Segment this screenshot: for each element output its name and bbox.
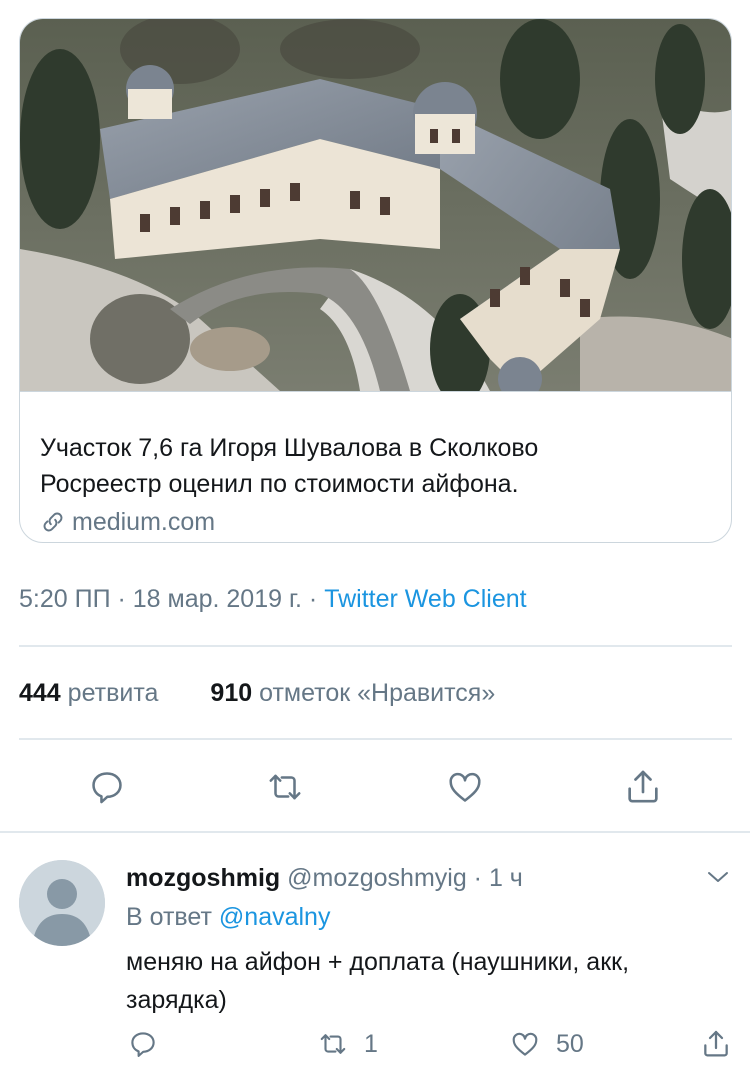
reply-share-button[interactable]	[700, 1026, 732, 1062]
tweet-action-bar	[0, 766, 750, 808]
reply-display-name[interactable]: mozgoshmig	[126, 864, 280, 892]
reply-retweet-button[interactable]: 1	[316, 1026, 378, 1062]
share-icon	[704, 1030, 728, 1057]
link-preview-title-line: Участок 7,6 га Игоря Шувалова в Сколково	[40, 434, 539, 462]
link-preview-title: Участок 7,6 га Игоря Шувалова в Сколково…	[40, 430, 720, 502]
reply-to-label: В ответ	[126, 903, 212, 931]
retweet-icon	[320, 1034, 346, 1054]
link-preview-card[interactable]: Участок 7,6 га Игоря Шувалова в Сколково…	[19, 18, 732, 543]
reply-tweet[interactable]: mozgoshmig @mozgoshmyig · 1 ч В ответ @n…	[0, 833, 750, 1091]
reply-text: меняю на айфон + доплата (наушники, акк,…	[126, 943, 726, 1019]
tweet-date[interactable]: 18 мар. 2019 г.	[133, 585, 302, 613]
link-preview-domain: medium.com	[40, 507, 215, 537]
divider	[19, 738, 732, 740]
reply-like-count: 50	[556, 1029, 584, 1058]
like-button[interactable]	[444, 766, 486, 808]
reply-to-mention[interactable]: @navalny	[219, 903, 331, 931]
default-avatar-icon	[19, 860, 105, 946]
link-preview-image	[20, 19, 731, 391]
divider	[19, 645, 732, 647]
retweets-stat[interactable]: 444 ретвита	[19, 679, 158, 707]
heart-icon	[512, 1032, 538, 1056]
reply-text-line: меняю на айфон + доплата (наушники, акк,	[126, 948, 630, 976]
link-preview-title-line: Росреестр оценил по стоимости айфона.	[40, 470, 519, 498]
reply-handle[interactable]: @mozgoshmyig	[287, 864, 467, 892]
reply-icon	[131, 1032, 155, 1057]
link-icon	[43, 512, 63, 532]
tweet-client-link[interactable]: Twitter Web Client	[324, 585, 526, 613]
tweet-meta: 5:20 ПП · 18 мар. 2019 г. · Twitter Web …	[19, 582, 527, 616]
reply-text-line: зарядка)	[126, 986, 227, 1014]
chevron-down-icon[interactable]	[704, 867, 732, 887]
reply-retweet-count: 1	[364, 1029, 378, 1058]
reply-to-line: В ответ @navalny	[126, 900, 330, 934]
tweet-stats: 444 ретвита 910 отметок «Нравится»	[19, 676, 495, 710]
retweet-icon	[269, 774, 301, 800]
link-preview-body: Участок 7,6 га Игоря Шувалова в Сколково…	[20, 391, 731, 542]
retweets-count: 444	[19, 679, 61, 707]
reply-header: mozgoshmig @mozgoshmyig · 1 ч	[126, 861, 523, 895]
share-icon	[628, 770, 658, 803]
meta-separator: ·	[110, 585, 133, 613]
reply-time[interactable]: 1 ч	[489, 864, 523, 892]
share-button[interactable]	[622, 766, 664, 808]
reply-like-button[interactable]: 50	[508, 1026, 584, 1062]
retweet-button[interactable]	[264, 766, 306, 808]
likes-count: 910	[210, 679, 253, 707]
link-preview-domain-text: medium.com	[72, 508, 216, 536]
reply-reply-button[interactable]	[128, 1026, 158, 1062]
retweets-label: ретвита	[67, 679, 159, 707]
avatar[interactable]	[19, 860, 105, 946]
meta-separator: ·	[466, 864, 489, 892]
likes-stat[interactable]: 910 отметок «Нравится»	[210, 679, 495, 707]
likes-label: отметок «Нравится»	[259, 679, 496, 707]
reply-icon	[92, 772, 122, 804]
meta-separator: ·	[301, 585, 325, 613]
reply-button[interactable]	[86, 766, 128, 808]
heart-icon	[449, 772, 481, 802]
tweet-time[interactable]: 5:20 ПП	[19, 585, 111, 613]
